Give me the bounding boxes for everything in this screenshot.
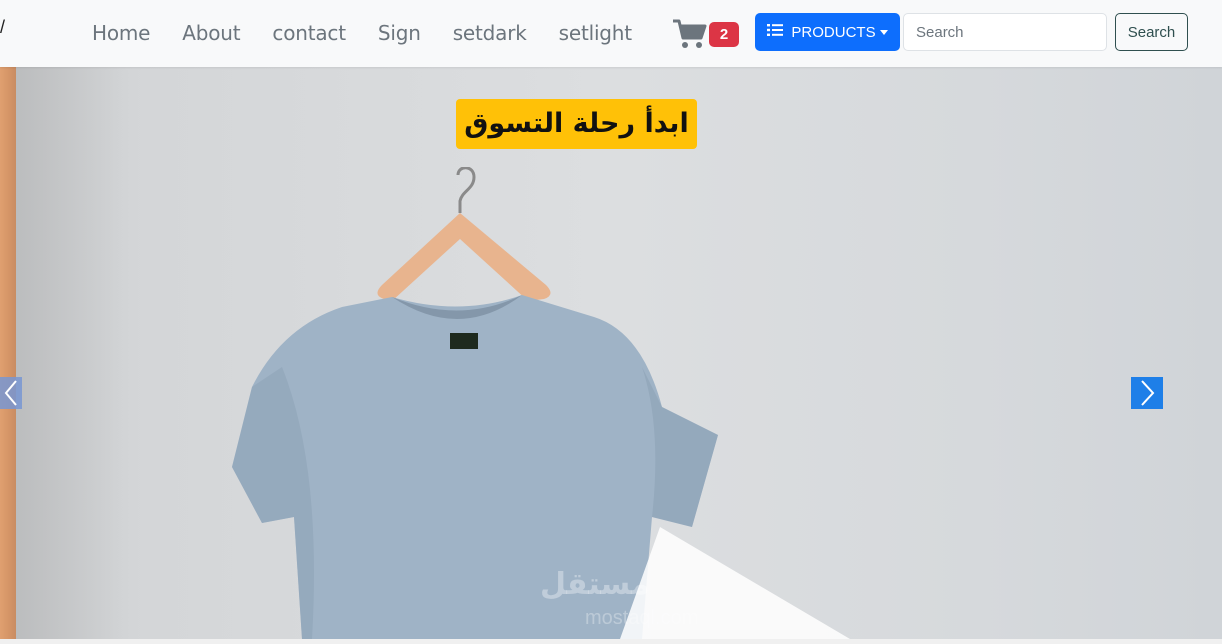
search-input[interactable]	[903, 13, 1107, 51]
cart-count-badge: 2	[709, 22, 739, 47]
carousel-next-button[interactable]	[1131, 377, 1163, 409]
nav-link-sign[interactable]: Sign	[362, 0, 437, 67]
nav-link-setlight[interactable]: setlight	[543, 0, 648, 67]
cart-button[interactable]: 2	[672, 16, 742, 52]
list-icon	[767, 23, 784, 41]
nav-link-about[interactable]: About	[166, 0, 256, 67]
watermark: مستقل	[540, 568, 650, 601]
shopping-cart-icon	[673, 19, 707, 48]
chevron-left-icon	[4, 380, 17, 406]
hero-carousel: ابدأ رحلة التسوق مستقل mostaql.com	[0, 67, 1222, 639]
navbar: / Home About contact Sign setdark setlig…	[0, 0, 1222, 67]
brand-fragment[interactable]: /	[0, 18, 6, 36]
background-wood-edge	[0, 67, 16, 639]
carousel-prev-button[interactable]	[0, 377, 22, 409]
nav-link-contact[interactable]: contact	[256, 0, 361, 67]
hero-headline: ابدأ رحلة التسوق	[456, 99, 697, 149]
caret-down-icon	[879, 29, 888, 35]
search-button[interactable]: Search	[1115, 13, 1188, 51]
background-shadow	[16, 67, 126, 639]
nav-link-setdark[interactable]: setdark	[437, 0, 543, 67]
products-label: PRODUCTS	[791, 23, 876, 41]
watermark-sub: mostaql.com	[585, 607, 699, 629]
nav-link-home[interactable]: Home	[76, 0, 166, 67]
bottom-strip	[0, 639, 1222, 644]
nav-links: Home About contact Sign setdark setlight	[76, 0, 648, 67]
products-dropdown-button[interactable]: PRODUCTS	[755, 13, 900, 51]
chevron-right-icon	[1141, 380, 1155, 406]
